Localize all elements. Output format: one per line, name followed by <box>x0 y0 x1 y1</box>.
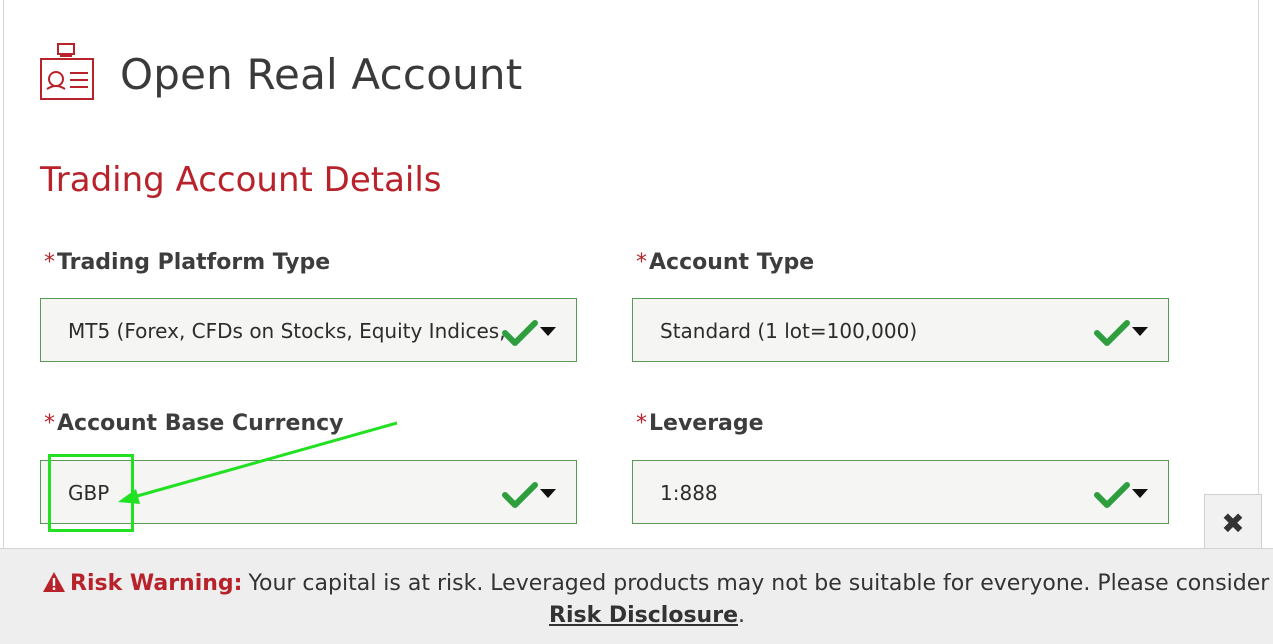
leverage-label-text: Leverage <box>649 411 764 436</box>
required-mark: * <box>44 411 55 436</box>
trading-platform-type-value: MT5 (Forex, CFDs on Stocks, Equity Indic… <box>68 319 506 343</box>
check-icon <box>1094 482 1130 508</box>
check-icon <box>1094 320 1130 346</box>
chevron-down-icon[interactable] <box>540 489 556 498</box>
risk-suffix: . <box>738 603 745 628</box>
check-icon <box>502 482 538 508</box>
leverage-label: *Leverage <box>636 411 764 436</box>
account-base-currency-label: *Account Base Currency <box>44 411 343 436</box>
risk-warning-label: Risk Warning: <box>70 571 243 596</box>
account-type-label: *Account Type <box>636 250 814 275</box>
warning-icon <box>43 572 65 592</box>
trading-platform-type-label: *Trading Platform Type <box>44 250 330 275</box>
account-type-value: Standard (1 lot=100,000) <box>660 319 918 343</box>
trading-platform-type-select[interactable]: MT5 (Forex, CFDs on Stocks, Equity Indic… <box>40 298 577 362</box>
check-icon <box>502 320 538 346</box>
chevron-down-icon[interactable] <box>1132 327 1148 336</box>
account-type-label-text: Account Type <box>649 250 815 275</box>
risk-warning-text: Your capital is at risk. Leveraged produ… <box>248 571 1273 596</box>
risk-warning-line: Risk Warning: Your capital is at risk. Le… <box>42 571 1273 596</box>
frame-left-border <box>3 0 4 548</box>
chevron-down-icon[interactable] <box>540 327 556 336</box>
required-mark: * <box>636 250 647 275</box>
account-type-select[interactable]: Standard (1 lot=100,000) <box>632 298 1169 362</box>
chevron-down-icon[interactable] <box>1132 489 1148 498</box>
page-title: Open Real Account <box>120 50 523 99</box>
account-base-currency-value: GBP <box>68 481 110 505</box>
risk-disclosure-line: Risk Disclosure. <box>549 603 745 628</box>
risk-warning-bar: Risk Warning: Your capital is at risk. Le… <box>0 548 1273 644</box>
id-card-icon <box>40 43 94 100</box>
leverage-select[interactable]: 1:888 <box>632 460 1169 524</box>
section-title: Trading Account Details <box>40 160 442 200</box>
account-base-currency-label-text: Account Base Currency <box>57 411 344 436</box>
close-icon: ✖ <box>1221 506 1245 540</box>
frame-right-border <box>1258 0 1259 548</box>
trading-platform-type-label-text: Trading Platform Type <box>57 250 331 275</box>
annotation-highlight-box <box>48 454 134 532</box>
required-mark: * <box>44 250 55 275</box>
required-mark: * <box>636 411 647 436</box>
leverage-value: 1:888 <box>660 481 718 505</box>
close-button[interactable]: ✖ <box>1204 494 1262 552</box>
risk-disclosure-link[interactable]: Risk Disclosure <box>549 603 738 628</box>
